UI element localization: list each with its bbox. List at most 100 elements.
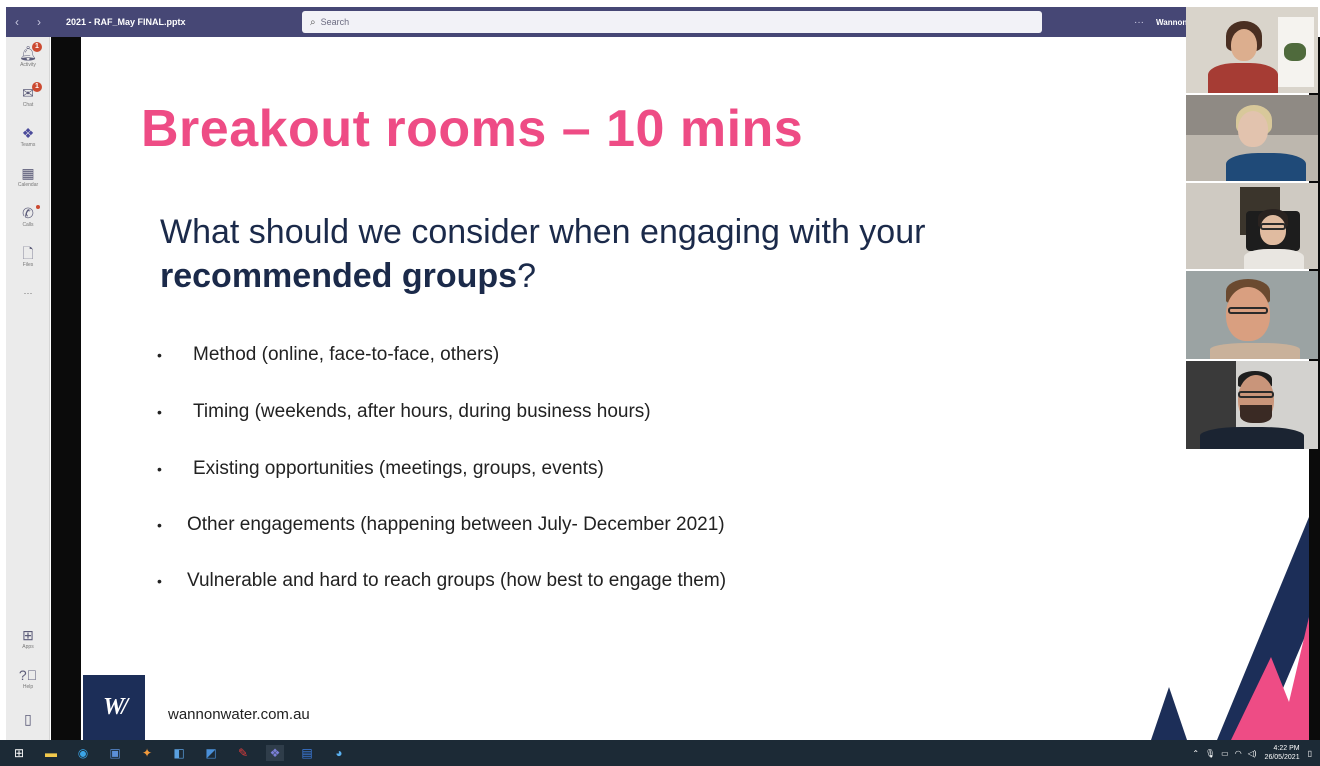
chat-badge: 1 xyxy=(32,82,42,92)
app-rail: 🔔︎ 1 Activity ✉︎ 1 Chat ❖ Teams ▦ Calend… xyxy=(6,37,50,740)
notifications-icon[interactable]: ▯ xyxy=(1308,749,1312,758)
rail-item-calls[interactable]: ✆ Calls xyxy=(6,205,50,228)
bullet-glyph: • xyxy=(157,572,162,589)
help-icon: ?⃝ xyxy=(18,667,38,683)
slide-title: Breakout rooms – 10 mins xyxy=(141,100,804,158)
teams-taskbar-icon[interactable]: ❖ xyxy=(266,745,284,761)
title-bar: ‹ › 2021 - RAF_May FINAL.pptx ⌕ Search ·… xyxy=(6,7,1187,37)
participant-video-2[interactable] xyxy=(1186,95,1318,181)
rail-item-chat[interactable]: ✉︎ 1 Chat xyxy=(6,82,50,108)
history-nav: ‹ › xyxy=(6,15,50,29)
question-prefix: What should we consider when engaging wi… xyxy=(160,213,926,251)
participant-video-1[interactable] xyxy=(1186,7,1318,93)
search-placeholder: Search xyxy=(320,17,350,27)
wannon-water-logo: W/ xyxy=(83,675,145,740)
slide-question: What should we consider when engaging wi… xyxy=(160,210,1060,298)
shared-slide: Breakout rooms – 10 mins What should we … xyxy=(81,37,1309,740)
participant-video-4[interactable] xyxy=(1186,271,1318,359)
participant-glasses xyxy=(1238,391,1274,398)
wifi-icon[interactable]: ◠ xyxy=(1235,749,1242,758)
file-explorer-icon[interactable]: ▬ xyxy=(42,745,60,761)
rail-item-help[interactable]: ?⃝ Help xyxy=(6,667,50,690)
logo-text: W/ xyxy=(102,694,128,720)
participant-video-5[interactable] xyxy=(1186,361,1318,449)
network-icon[interactable]: ▭ xyxy=(1221,749,1229,758)
bullet-item: • Existing opportunities (meetings, group… xyxy=(157,458,604,480)
windows-taskbar: ⊞ ▬ ◉ ▣ ✦ ◧ ◩ ✎ ❖ ▤ ◕ ⌃ 🎙︎ ▭ ◠ ◁) 4:22 P… xyxy=(0,740,1320,766)
rail-label-calls: Calls xyxy=(22,222,34,228)
bullet-text: Timing (weekends, after hours, during bu… xyxy=(193,401,651,422)
rail-item-teams[interactable]: ❖ Teams xyxy=(6,125,50,148)
bullet-text: Vulnerable and hard to reach groups (how… xyxy=(187,570,727,591)
outlook-icon[interactable]: ◧ xyxy=(170,745,188,761)
system-clock[interactable]: 4:22 PM 26/05/2021 xyxy=(1265,744,1300,762)
bullet-glyph: • xyxy=(157,516,162,533)
bullet-item: • Method (online, face-to-face, others) xyxy=(157,344,499,366)
more-options-button[interactable]: ··· xyxy=(1134,17,1144,28)
participant-shirt xyxy=(1200,427,1304,449)
mail-icon[interactable]: ▣ xyxy=(106,745,124,761)
file-icon: 🗋︎ xyxy=(22,245,34,261)
calendar-icon: ▦ xyxy=(21,165,35,181)
bullet-text: Other engagements (happening between Jul… xyxy=(187,514,725,535)
chat-icon: ✉︎ xyxy=(22,85,34,101)
search-input[interactable]: ⌕ Search xyxy=(302,11,1042,33)
participant-glasses xyxy=(1260,223,1286,230)
rail-item-activity[interactable]: 🔔︎ 1 Activity xyxy=(6,42,50,68)
rail-label-calendar: Calendar xyxy=(17,182,39,188)
decorative-chevrons xyxy=(1151,517,1309,740)
tray-chevron-icon[interactable]: ⌃ xyxy=(1192,749,1199,758)
bullet-glyph: • xyxy=(157,460,162,477)
navy-chevron-left xyxy=(1151,687,1187,740)
rail-label-files: Files xyxy=(22,262,34,268)
bullet-text: Method (online, face-to-face, others) xyxy=(193,344,500,365)
participant-face xyxy=(1226,287,1270,341)
plant xyxy=(1284,43,1306,61)
rail-item-device[interactable]: ▯ xyxy=(6,711,50,727)
clock-date: 26/05/2021 xyxy=(1264,754,1300,761)
question-suffix: ? xyxy=(517,257,536,295)
bullet-glyph: • xyxy=(157,403,162,420)
rail-label-chat: Chat xyxy=(22,102,34,108)
participant-shirt xyxy=(1210,343,1300,359)
more-icon: ··· xyxy=(23,288,33,298)
teams-icon: ❖ xyxy=(21,125,35,141)
participant-face xyxy=(1231,29,1257,61)
apps-icon: ⊞ xyxy=(22,627,34,643)
bell-icon: 🔔︎ xyxy=(19,45,37,61)
rail-item-files[interactable]: 🗋︎ Files xyxy=(6,245,50,268)
rail-item-more[interactable]: ··· xyxy=(6,287,50,298)
bullet-item: • Vulnerable and hard to reach groups (ho… xyxy=(157,570,726,592)
app-icon[interactable]: ✦ xyxy=(138,745,156,761)
rail-label-help: Help xyxy=(22,684,34,690)
rail-item-calendar[interactable]: ▦ Calendar xyxy=(6,165,50,188)
app-icon[interactable]: ◕ xyxy=(330,745,348,761)
participant-face xyxy=(1260,215,1286,245)
bullet-item: • Timing (weekends, after hours, during b… xyxy=(157,401,651,423)
calls-dot xyxy=(36,205,40,209)
volume-icon[interactable]: ◁) xyxy=(1248,749,1257,758)
search-icon: ⌕ xyxy=(310,16,316,28)
participant-face xyxy=(1238,111,1268,147)
microphone-icon[interactable]: 🎙︎ xyxy=(1205,749,1215,758)
bullet-item: • Other engagements (happening between Ju… xyxy=(157,514,725,536)
app-icon[interactable]: ◩ xyxy=(202,745,220,761)
tenant-name[interactable]: Wannon xyxy=(1156,18,1187,27)
participant-video-3[interactable] xyxy=(1186,183,1318,269)
participant-shirt xyxy=(1226,153,1306,181)
device-icon: ▯ xyxy=(24,711,32,727)
windows-start-icon[interactable]: ⊞ xyxy=(10,745,28,761)
bullet-glyph: • xyxy=(157,346,162,363)
rail-label-activity: Activity xyxy=(20,62,36,68)
rail-item-apps[interactable]: ⊞ Apps xyxy=(6,627,50,650)
participant-glasses xyxy=(1228,307,1268,314)
rail-label-teams: Teams xyxy=(20,142,36,148)
system-tray: ⌃ 🎙︎ ▭ ◠ ◁) 4:22 PM 26/05/2021 ▯ xyxy=(1192,743,1312,763)
activity-badge: 1 xyxy=(32,42,42,52)
app-icon[interactable]: ▤ xyxy=(298,745,316,761)
back-button[interactable]: ‹ xyxy=(15,15,19,29)
phone-icon: ✆ xyxy=(22,205,34,221)
forward-button[interactable]: › xyxy=(37,15,41,29)
edge-icon[interactable]: ◉ xyxy=(74,745,92,761)
acrobat-icon[interactable]: ✎ xyxy=(234,745,252,761)
